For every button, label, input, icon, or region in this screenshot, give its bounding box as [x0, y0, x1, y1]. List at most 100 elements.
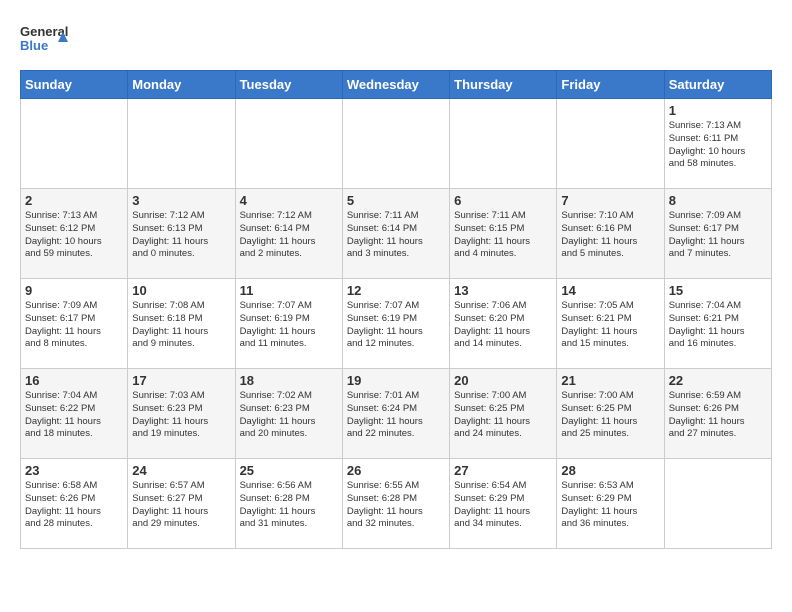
- day-info: Sunrise: 6:58 AM Sunset: 6:26 PM Dayligh…: [25, 480, 123, 531]
- day-number: 12: [347, 283, 445, 298]
- calendar-cell: 6Sunrise: 7:11 AM Sunset: 6:15 PM Daylig…: [450, 189, 557, 279]
- calendar-cell: [557, 99, 664, 189]
- day-info: Sunrise: 7:00 AM Sunset: 6:25 PM Dayligh…: [561, 390, 659, 441]
- logo-svg: GeneralBlue: [20, 20, 70, 60]
- day-info: Sunrise: 6:56 AM Sunset: 6:28 PM Dayligh…: [240, 480, 338, 531]
- calendar-cell: 22 Sunrise: 6:59 AM Sunset: 6:26 PM Dayli…: [664, 369, 771, 459]
- calendar-cell: 3 Sunrise: 7:12 AM Sunset: 6:13 PM Daylig…: [128, 189, 235, 279]
- day-number: 13: [454, 283, 552, 298]
- day-info: Sunrise: 7:11 AM Sunset: 6:14 PM Dayligh…: [347, 210, 445, 261]
- calendar-cell: 18 Sunrise: 7:02 AM Sunset: 6:23 PM Dayli…: [235, 369, 342, 459]
- week-row-3: 16 Sunrise: 7:04 AM Sunset: 6:22 PM Dayli…: [21, 369, 772, 459]
- day-number: 10: [132, 283, 230, 298]
- day-number: 16: [25, 373, 123, 388]
- day-number: 21: [561, 373, 659, 388]
- day-info: Sunrise: 6:53 AM Sunset: 6:29 PM Dayligh…: [561, 480, 659, 531]
- calendar-cell: [21, 99, 128, 189]
- day-info: Sunrise: 6:55 AM Sunset: 6:28 PM Dayligh…: [347, 480, 445, 531]
- day-number: 14: [561, 283, 659, 298]
- calendar-table: SundayMondayTuesdayWednesdayThursdayFrid…: [20, 70, 772, 549]
- calendar-cell: 2 Sunrise: 7:13 AM Sunset: 6:12 PM Daylig…: [21, 189, 128, 279]
- day-number: 17: [132, 373, 230, 388]
- calendar-cell: 4Sunrise: 7:12 AM Sunset: 6:14 PM Daylig…: [235, 189, 342, 279]
- calendar-cell: 11 Sunrise: 7:07 AM Sunset: 6:19 PM Dayli…: [235, 279, 342, 369]
- weekday-header-sunday: Sunday: [21, 71, 128, 99]
- day-info: Sunrise: 7:00 AM Sunset: 6:25 PM Dayligh…: [454, 390, 552, 441]
- day-info: Sunrise: 7:03 AM Sunset: 6:23 PM Dayligh…: [132, 390, 230, 441]
- day-number: 7: [561, 193, 659, 208]
- calendar-cell: 7 Sunrise: 7:10 AM Sunset: 6:16 PM Daylig…: [557, 189, 664, 279]
- day-number: 5: [347, 193, 445, 208]
- calendar-cell: [235, 99, 342, 189]
- calendar-cell: 14 Sunrise: 7:05 AM Sunset: 6:21 PM Dayli…: [557, 279, 664, 369]
- calendar-cell: 15 Sunrise: 7:04 AM Sunset: 6:21 PM Dayli…: [664, 279, 771, 369]
- weekday-header-row: SundayMondayTuesdayWednesdayThursdayFrid…: [21, 71, 772, 99]
- day-info: Sunrise: 7:12 AM Sunset: 6:14 PM Dayligh…: [240, 210, 338, 261]
- day-number: 20: [454, 373, 552, 388]
- calendar-cell: 20 Sunrise: 7:00 AM Sunset: 6:25 PM Dayli…: [450, 369, 557, 459]
- day-info: Sunrise: 7:06 AM Sunset: 6:20 PM Dayligh…: [454, 300, 552, 351]
- calendar-cell: 10 Sunrise: 7:08 AM Sunset: 6:18 PM Dayli…: [128, 279, 235, 369]
- week-row-1: 2 Sunrise: 7:13 AM Sunset: 6:12 PM Daylig…: [21, 189, 772, 279]
- calendar-cell: [342, 99, 449, 189]
- day-info: Sunrise: 7:05 AM Sunset: 6:21 PM Dayligh…: [561, 300, 659, 351]
- day-info: Sunrise: 7:13 AM Sunset: 6:11 PM Dayligh…: [669, 120, 767, 171]
- weekday-header-friday: Friday: [557, 71, 664, 99]
- day-info: Sunrise: 7:04 AM Sunset: 6:21 PM Dayligh…: [669, 300, 767, 351]
- calendar-cell: 5 Sunrise: 7:11 AM Sunset: 6:14 PM Daylig…: [342, 189, 449, 279]
- day-info: Sunrise: 7:07 AM Sunset: 6:19 PM Dayligh…: [347, 300, 445, 351]
- day-number: 15: [669, 283, 767, 298]
- day-number: 18: [240, 373, 338, 388]
- day-number: 1: [669, 103, 767, 118]
- calendar-cell: 27Sunrise: 6:54 AM Sunset: 6:29 PM Dayli…: [450, 459, 557, 549]
- logo: GeneralBlue: [20, 20, 70, 60]
- day-number: 24: [132, 463, 230, 478]
- day-number: 9: [25, 283, 123, 298]
- day-number: 3: [132, 193, 230, 208]
- calendar-cell: 19 Sunrise: 7:01 AM Sunset: 6:24 PM Dayli…: [342, 369, 449, 459]
- calendar-cell: 1 Sunrise: 7:13 AM Sunset: 6:11 PM Daylig…: [664, 99, 771, 189]
- weekday-header-tuesday: Tuesday: [235, 71, 342, 99]
- day-info: Sunrise: 7:02 AM Sunset: 6:23 PM Dayligh…: [240, 390, 338, 441]
- weekday-header-thursday: Thursday: [450, 71, 557, 99]
- calendar-cell: [450, 99, 557, 189]
- calendar-cell: 17 Sunrise: 7:03 AM Sunset: 6:23 PM Dayli…: [128, 369, 235, 459]
- week-row-4: 23 Sunrise: 6:58 AM Sunset: 6:26 PM Dayli…: [21, 459, 772, 549]
- calendar-cell: 12 Sunrise: 7:07 AM Sunset: 6:19 PM Dayli…: [342, 279, 449, 369]
- day-number: 8: [669, 193, 767, 208]
- calendar-cell: 8 Sunrise: 7:09 AM Sunset: 6:17 PM Daylig…: [664, 189, 771, 279]
- calendar-cell: 28 Sunrise: 6:53 AM Sunset: 6:29 PM Dayli…: [557, 459, 664, 549]
- day-info: Sunrise: 7:04 AM Sunset: 6:22 PM Dayligh…: [25, 390, 123, 441]
- calendar-cell: 25Sunrise: 6:56 AM Sunset: 6:28 PM Dayli…: [235, 459, 342, 549]
- day-info: Sunrise: 7:12 AM Sunset: 6:13 PM Dayligh…: [132, 210, 230, 261]
- calendar-cell: 9 Sunrise: 7:09 AM Sunset: 6:17 PM Daylig…: [21, 279, 128, 369]
- day-info: Sunrise: 7:09 AM Sunset: 6:17 PM Dayligh…: [25, 300, 123, 351]
- day-number: 2: [25, 193, 123, 208]
- svg-text:Blue: Blue: [20, 38, 48, 53]
- day-info: Sunrise: 7:01 AM Sunset: 6:24 PM Dayligh…: [347, 390, 445, 441]
- calendar-cell: 26Sunrise: 6:55 AM Sunset: 6:28 PM Dayli…: [342, 459, 449, 549]
- day-number: 22: [669, 373, 767, 388]
- calendar-cell: 21 Sunrise: 7:00 AM Sunset: 6:25 PM Dayli…: [557, 369, 664, 459]
- weekday-header-saturday: Saturday: [664, 71, 771, 99]
- day-info: Sunrise: 7:07 AM Sunset: 6:19 PM Dayligh…: [240, 300, 338, 351]
- day-number: 11: [240, 283, 338, 298]
- day-info: Sunrise: 7:09 AM Sunset: 6:17 PM Dayligh…: [669, 210, 767, 261]
- header: GeneralBlue: [20, 20, 772, 60]
- day-info: Sunrise: 7:13 AM Sunset: 6:12 PM Dayligh…: [25, 210, 123, 261]
- weekday-header-monday: Monday: [128, 71, 235, 99]
- day-info: Sunrise: 6:59 AM Sunset: 6:26 PM Dayligh…: [669, 390, 767, 441]
- calendar-cell: [128, 99, 235, 189]
- week-row-0: 1 Sunrise: 7:13 AM Sunset: 6:11 PM Daylig…: [21, 99, 772, 189]
- week-row-2: 9 Sunrise: 7:09 AM Sunset: 6:17 PM Daylig…: [21, 279, 772, 369]
- calendar-cell: 23 Sunrise: 6:58 AM Sunset: 6:26 PM Dayli…: [21, 459, 128, 549]
- day-number: 19: [347, 373, 445, 388]
- calendar-cell: [664, 459, 771, 549]
- calendar-cell: 24Sunrise: 6:57 AM Sunset: 6:27 PM Dayli…: [128, 459, 235, 549]
- day-number: 23: [25, 463, 123, 478]
- day-info: Sunrise: 7:08 AM Sunset: 6:18 PM Dayligh…: [132, 300, 230, 351]
- day-info: Sunrise: 7:11 AM Sunset: 6:15 PM Dayligh…: [454, 210, 552, 261]
- day-number: 28: [561, 463, 659, 478]
- day-info: Sunrise: 7:10 AM Sunset: 6:16 PM Dayligh…: [561, 210, 659, 261]
- day-info: Sunrise: 6:54 AM Sunset: 6:29 PM Dayligh…: [454, 480, 552, 531]
